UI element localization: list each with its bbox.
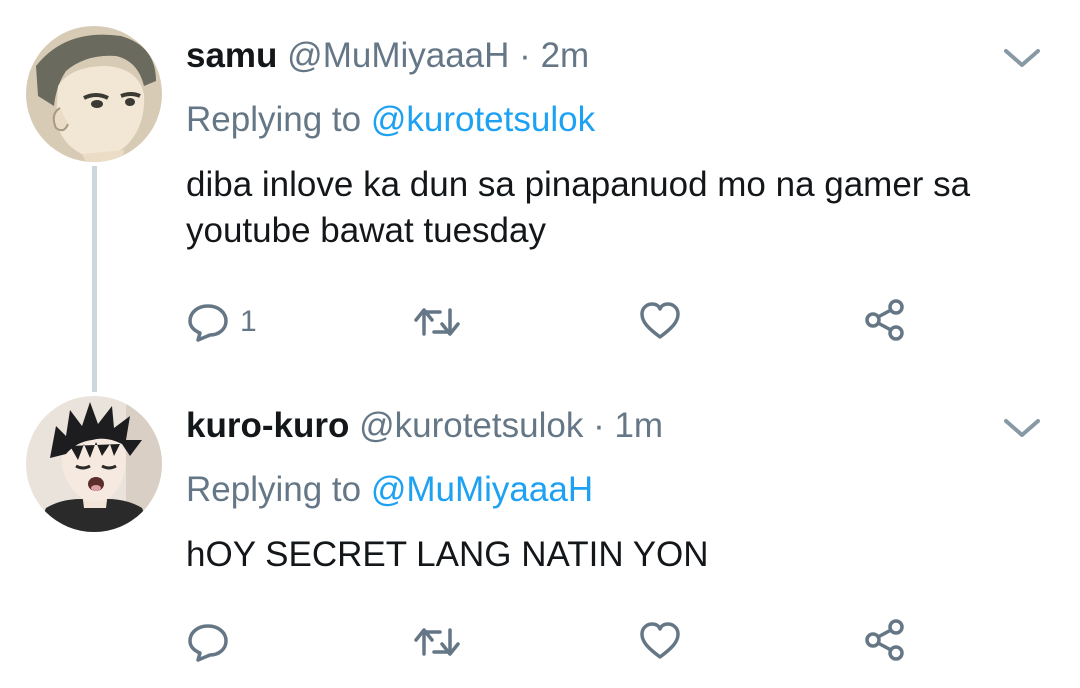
user-handle[interactable]: @MuMiyaaaH xyxy=(287,36,509,75)
retweet-icon xyxy=(412,304,462,340)
reply-icon xyxy=(186,302,230,342)
like-button[interactable] xyxy=(638,621,682,661)
display-name[interactable]: kuro-kuro xyxy=(186,406,349,445)
display-name[interactable]: samu xyxy=(186,36,277,75)
reply-icon xyxy=(186,622,230,662)
avatar-samu[interactable] xyxy=(26,26,162,162)
like-icon xyxy=(638,301,682,341)
retweet-button[interactable] xyxy=(412,304,462,340)
retweet-button[interactable] xyxy=(412,624,462,660)
timestamp[interactable]: 1m xyxy=(614,406,663,445)
reply-count: 1 xyxy=(240,305,257,338)
chevron-down-icon[interactable] xyxy=(1000,413,1044,443)
replying-to-line: Replying to @kurotetsulok xyxy=(186,99,595,141)
tweet-text: diba inlove ka dun sa pinapanuod mo na g… xyxy=(186,165,971,250)
thread-connector-line xyxy=(92,166,97,392)
like-button[interactable] xyxy=(638,301,682,341)
replying-to-line: Replying to @MuMiyaaaH xyxy=(186,469,593,511)
share-button[interactable] xyxy=(862,298,910,342)
timestamp[interactable]: 2m xyxy=(541,36,590,75)
tweet-header: samu @MuMiyaaaH · 2m xyxy=(186,35,589,77)
replying-to-mention[interactable]: @MuMiyaaaH xyxy=(371,470,593,509)
replying-to-label: Replying to xyxy=(186,470,362,509)
reply-button[interactable]: 1 xyxy=(186,302,257,342)
user-handle[interactable]: @kurotetsulok xyxy=(359,406,583,445)
separator-dot: · xyxy=(519,36,531,75)
share-button[interactable] xyxy=(862,618,910,662)
retweet-icon xyxy=(412,624,462,660)
share-icon xyxy=(862,298,910,342)
replying-to-label: Replying to xyxy=(186,100,362,139)
tweet-text: hOY SECRET LANG NATIN YON xyxy=(186,535,709,574)
chevron-down-icon[interactable] xyxy=(1000,43,1044,73)
tweet-header: kuro-kuro @kurotetsulok · 1m xyxy=(186,405,663,447)
separator-dot: · xyxy=(593,406,605,445)
reply-button[interactable] xyxy=(186,622,240,662)
avatar-kuro[interactable] xyxy=(26,396,162,532)
like-icon xyxy=(638,621,682,661)
share-icon xyxy=(862,618,910,662)
replying-to-mention[interactable]: @kurotetsulok xyxy=(371,100,595,139)
